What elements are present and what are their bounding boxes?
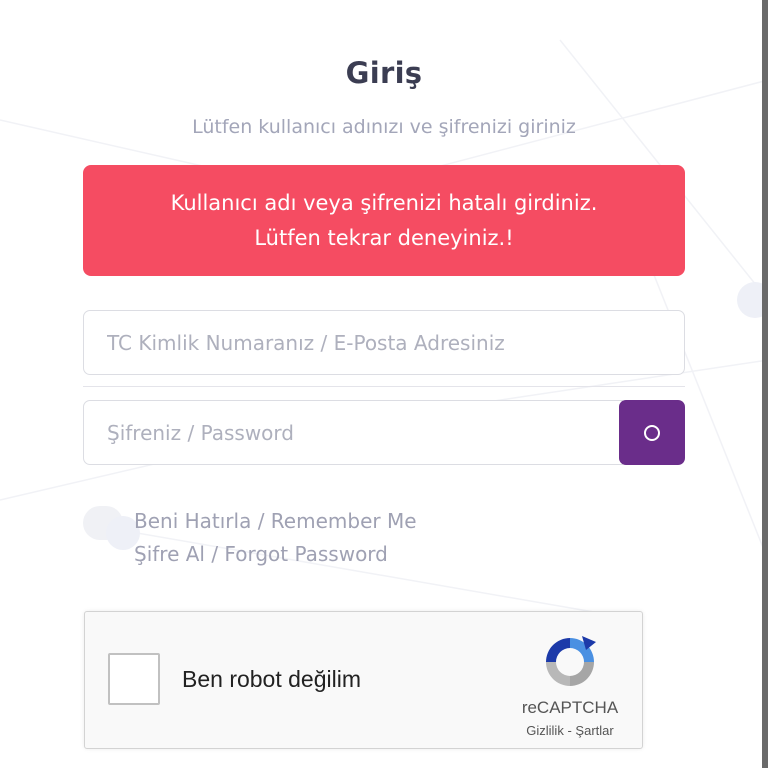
recaptcha-brand: reCAPTCHA xyxy=(521,698,619,717)
error-alert-line-2: Lütfen tekrar deneyiniz.! xyxy=(254,225,514,250)
page-title: Giriş xyxy=(345,56,423,90)
error-alert-line-1: Kullanıcı adı veya şifrenizi hatalı gird… xyxy=(170,190,598,215)
eye-icon xyxy=(644,424,660,441)
username-input[interactable] xyxy=(83,310,685,375)
show-password-button[interactable] xyxy=(619,400,685,465)
recaptcha-widget: Ben robot değilim reCAPTCHA Gizlilik - Ş… xyxy=(84,611,643,749)
forgot-password-link[interactable]: Şifre Al / Forgot Password xyxy=(134,542,388,566)
form-divider xyxy=(83,386,685,387)
page-subtitle: Lütfen kullanıcı adınızı ve şifrenizi gi… xyxy=(192,116,576,138)
remember-me-label[interactable]: Beni Hatırla / Remember Me xyxy=(134,509,417,533)
recaptcha-link-separator: - xyxy=(567,723,572,738)
recaptcha-label: Ben robot değilim xyxy=(182,666,361,692)
recaptcha-privacy-link[interactable]: Gizlilik xyxy=(526,723,564,738)
password-input[interactable] xyxy=(83,400,623,465)
recaptcha-checkbox[interactable] xyxy=(108,653,160,705)
recaptcha-links: Gizlilik - Şartlar xyxy=(495,723,645,738)
recaptcha-logo-icon xyxy=(546,636,596,686)
error-alert: Kullanıcı adı veya şifrenizi hatalı gird… xyxy=(83,165,685,276)
recaptcha-terms-link[interactable]: Şartlar xyxy=(575,723,613,738)
